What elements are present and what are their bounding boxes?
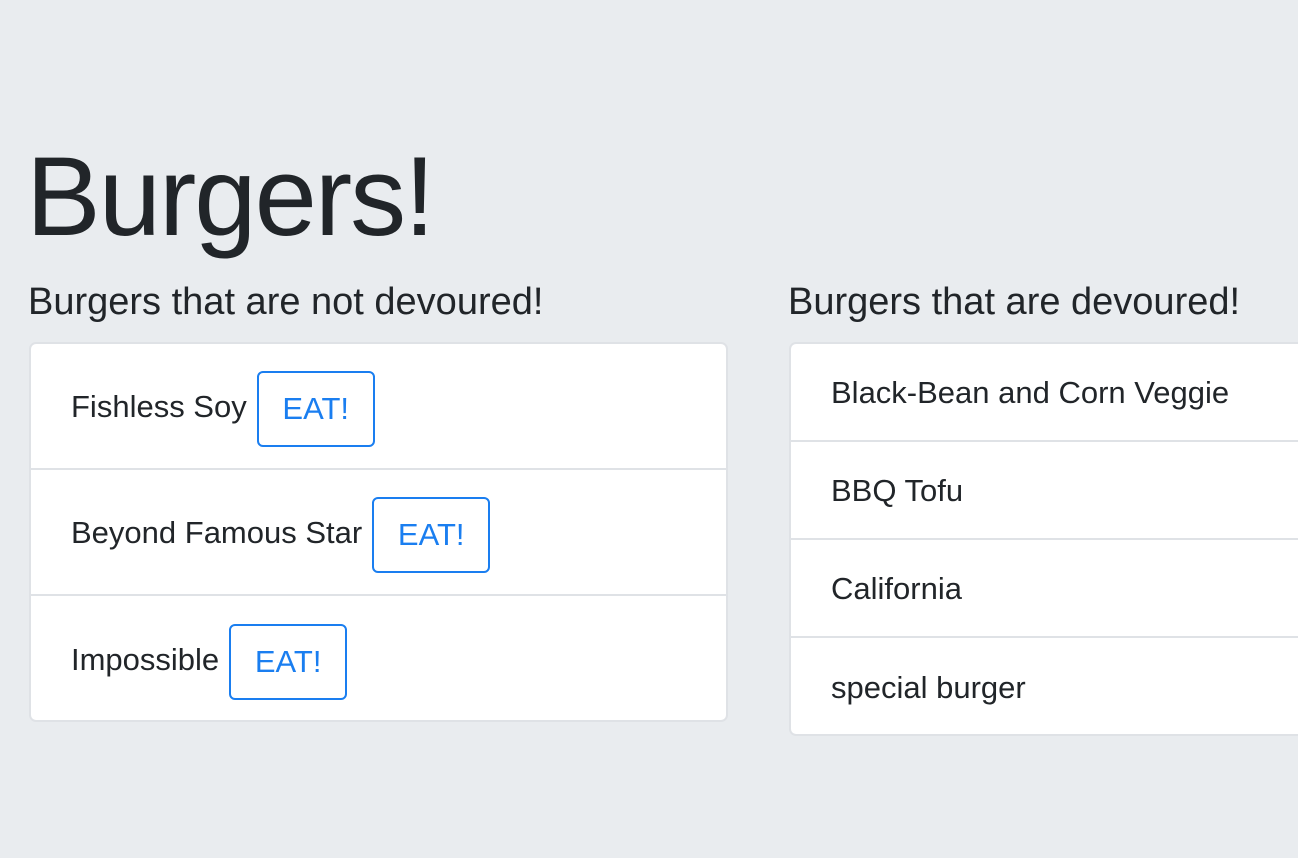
list-item: California <box>791 540 1298 638</box>
list-item: Impossible EAT! <box>31 596 726 720</box>
devoured-list: Black-Bean and Corn Veggie BBQ Tofu Cali… <box>789 342 1298 736</box>
list-item: Black-Bean and Corn Veggie <box>791 344 1298 442</box>
not-devoured-heading: Burgers that are not devoured! <box>28 281 544 323</box>
list-item: Beyond Famous Star EAT! <box>31 470 726 596</box>
burger-name: Fishless Soy <box>71 388 247 424</box>
burger-name: BBQ Tofu <box>831 472 964 508</box>
list-item: special burger <box>791 638 1298 734</box>
burger-name: California <box>831 570 962 606</box>
burger-name: Impossible <box>71 641 220 677</box>
page-title: Burgers! <box>26 134 435 259</box>
burger-name: Black-Bean and Corn Veggie <box>831 374 1230 410</box>
burger-name: special burger <box>831 669 1026 705</box>
eat-button[interactable]: EAT! <box>229 624 348 700</box>
not-devoured-list: Fishless Soy EAT! Beyond Famous Star EAT… <box>29 342 728 722</box>
list-item: Fishless Soy EAT! <box>31 344 726 470</box>
eat-button[interactable]: EAT! <box>256 371 375 447</box>
burger-name: Beyond Famous Star <box>71 514 363 550</box>
devoured-heading: Burgers that are devoured! <box>788 281 1241 323</box>
eat-button[interactable]: EAT! <box>372 497 491 573</box>
list-item: BBQ Tofu <box>791 442 1298 540</box>
